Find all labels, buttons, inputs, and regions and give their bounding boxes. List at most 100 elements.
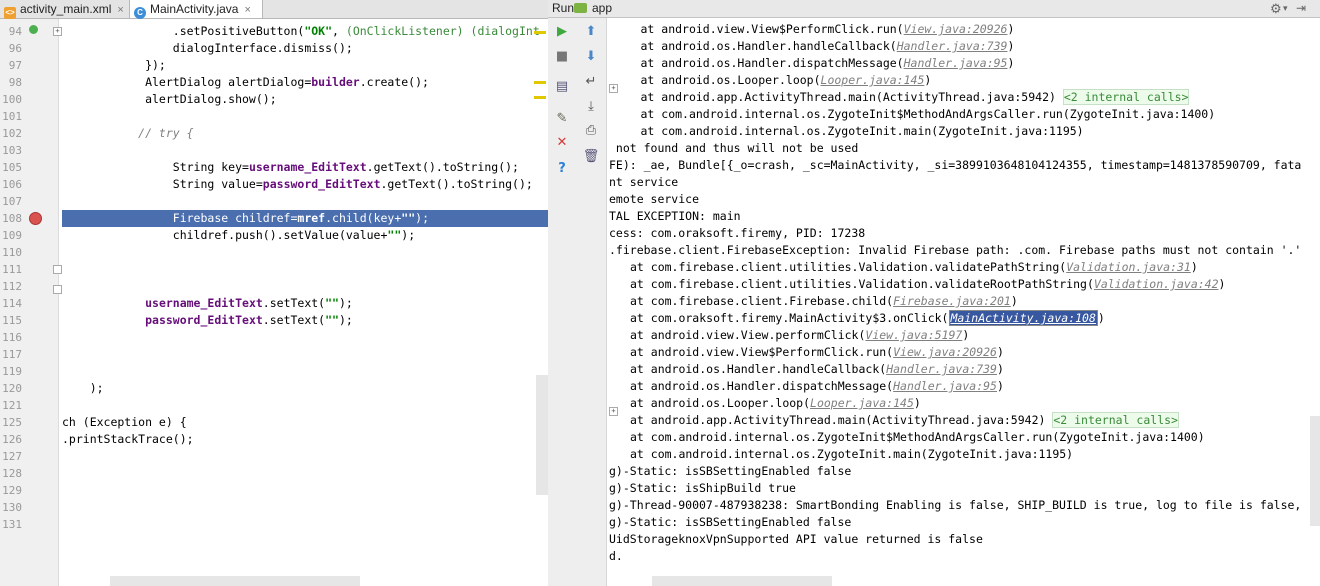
horizontal-scrollbar[interactable] (110, 576, 360, 586)
restore-layout-icon[interactable]: ▤ (553, 78, 571, 96)
warning-marker[interactable] (534, 31, 546, 34)
fold-icon[interactable]: + (609, 84, 618, 93)
close-icon[interactable]: × (117, 4, 123, 16)
pin-tab-icon[interactable]: ✎ (553, 110, 571, 128)
source-link[interactable]: Validation.java:31 (1066, 260, 1191, 274)
print-icon[interactable]: ⎙ (582, 122, 600, 140)
code-line[interactable] (62, 244, 548, 261)
code-line[interactable] (62, 465, 548, 482)
close-icon[interactable]: ✕ (553, 134, 571, 152)
console-line: at android.os.Looper.loop(Looper.java:14… (630, 395, 921, 412)
source-link[interactable]: Handler.java:95 (893, 379, 997, 393)
line-number: 112 (2, 280, 22, 293)
code-editor[interactable]: <> activity_main.xml × C MainActivity.java ×… (0, 0, 549, 586)
code-line[interactable]: }); (62, 57, 548, 74)
fold-icon[interactable] (53, 265, 62, 274)
source-link[interactable]: Handler.java:95 (904, 56, 1008, 70)
code-line[interactable]: AlertDialog alertDialog=builder.create()… (62, 74, 548, 91)
rerun-button[interactable]: ▶ (553, 23, 571, 41)
console-text: at android.app.ActivityThread.main(Activ… (630, 413, 1053, 427)
code-line[interactable] (62, 108, 548, 125)
line-number: 129 (2, 484, 22, 497)
tab-activity-main-xml[interactable]: <> activity_main.xml × (0, 0, 132, 19)
code-line[interactable]: username_EditText.setText(""); (62, 295, 548, 312)
fold-icon[interactable]: + (609, 407, 618, 416)
scroll-to-end-icon[interactable]: ⤓ (582, 98, 600, 116)
code-line[interactable]: // try { (62, 125, 548, 142)
source-link[interactable]: Handler.java:739 (886, 362, 997, 376)
source-link[interactable]: Handler.java:739 (897, 39, 1008, 53)
vertical-scrollbar[interactable] (1310, 416, 1320, 526)
source-link[interactable]: Validation.java:42 (1094, 277, 1219, 291)
code-line[interactable] (62, 193, 548, 210)
source-link[interactable]: Firebase.java:201 (893, 294, 1011, 308)
internal-calls-badge[interactable]: <2 internal calls> (1062, 89, 1190, 105)
help-icon[interactable]: ? (553, 160, 571, 178)
run-label: Run (552, 1, 575, 15)
code-line[interactable] (62, 346, 548, 363)
run-config-tab[interactable]: app (592, 0, 612, 17)
trash-icon[interactable]: 🗑 (582, 148, 600, 166)
arrow-up-icon[interactable]: ⬆ (582, 23, 600, 41)
console-text: ) (1007, 56, 1015, 70)
code-line[interactable]: password_EditText.setText(""); (62, 312, 548, 329)
selected-source-link[interactable]: MainActivity.java:108 (948, 310, 1098, 326)
fold-icon[interactable]: + (53, 27, 62, 36)
code-line[interactable]: alertDialog.show(); (62, 91, 548, 108)
code-line[interactable] (62, 448, 548, 465)
close-icon[interactable]: × (244, 4, 250, 16)
code-line[interactable] (62, 516, 548, 533)
override-method-icon[interactable] (29, 25, 38, 34)
source-link[interactable]: Looper.java:145 (821, 73, 925, 87)
stop-button[interactable]: ■ (553, 48, 571, 66)
console-text: ) (913, 396, 921, 410)
source-link[interactable]: View.java:20926 (893, 345, 997, 359)
horizontal-scrollbar[interactable] (652, 576, 832, 586)
code-line[interactable]: String value=password_EditText.getText()… (62, 176, 548, 193)
console-line: emote service (609, 191, 699, 208)
code-line[interactable]: .printStackTrace(); (62, 431, 548, 448)
code-line[interactable]: ch (Exception e) { (62, 414, 548, 431)
gear-icon[interactable]: ⚙ (1270, 0, 1282, 17)
fold-icon[interactable] (53, 285, 62, 294)
source-link[interactable]: View.java:5197 (865, 328, 962, 342)
code-line[interactable]: Firebase childref=mref.child(key+""); (62, 210, 548, 227)
run-tool-window[interactable]: Run app ⚙ ▾ ⇥ ▶ ■ ▤ ✎ ✕ ? ⬆ ⬇ ↵ ⤓ ⎙ 🗑 at… (548, 0, 1320, 586)
console-line: at android.os.Handler.dispatchMessage(Ha… (630, 378, 1004, 395)
soft-wrap-icon[interactable]: ↵ (582, 73, 600, 91)
arrow-down-icon[interactable]: ⬇ (582, 48, 600, 66)
code-line[interactable]: dialogInterface.dismiss(); (62, 40, 548, 57)
console-text: at com.android.internal.os.ZygoteInit$Me… (630, 430, 1205, 444)
console-output[interactable]: at android.view.View$PerformClick.run(Vi… (607, 18, 1320, 586)
code-line[interactable]: String key=username_EditText.getText().t… (62, 159, 548, 176)
code-line[interactable] (62, 261, 548, 278)
hide-panel-icon[interactable]: ⇥ (1296, 0, 1306, 17)
code-line[interactable] (62, 363, 548, 380)
tab-mainactivity-java[interactable]: C MainActivity.java × (129, 0, 263, 19)
breakpoint-icon[interactable] (29, 212, 42, 225)
code-line[interactable] (62, 397, 548, 414)
line-number: 100 (2, 93, 22, 106)
internal-calls-badge[interactable]: <2 internal calls> (1052, 412, 1179, 428)
console-text: at android.os.Handler.dispatchMessage( (630, 379, 894, 393)
code-line[interactable]: .setPositiveButton("OK", (OnClickListene… (62, 23, 548, 40)
code-line[interactable] (62, 499, 548, 516)
vertical-scrollbar[interactable] (536, 375, 548, 495)
chevron-down-icon[interactable]: ▾ (1283, 0, 1288, 17)
line-number: 127 (2, 450, 22, 463)
console-text: ) (1007, 39, 1015, 53)
code-line[interactable] (62, 142, 548, 159)
console-text: at android.os.Handler.handleCallback( (630, 362, 887, 376)
source-link[interactable]: Looper.java:145 (810, 396, 914, 410)
code-line[interactable] (62, 278, 548, 295)
line-number: 106 (2, 178, 22, 191)
line-number: 108 (2, 212, 22, 225)
warning-marker[interactable] (534, 96, 546, 99)
warning-marker[interactable] (534, 81, 546, 84)
code-line[interactable]: childref.push().setValue(value+""); (62, 227, 548, 244)
console-line: at android.app.ActivityThread.main(Activ… (630, 412, 1179, 429)
code-line[interactable] (62, 329, 548, 346)
code-line[interactable] (62, 482, 548, 499)
code-line[interactable]: ); (62, 380, 548, 397)
source-link[interactable]: View.java:20926 (904, 22, 1008, 36)
